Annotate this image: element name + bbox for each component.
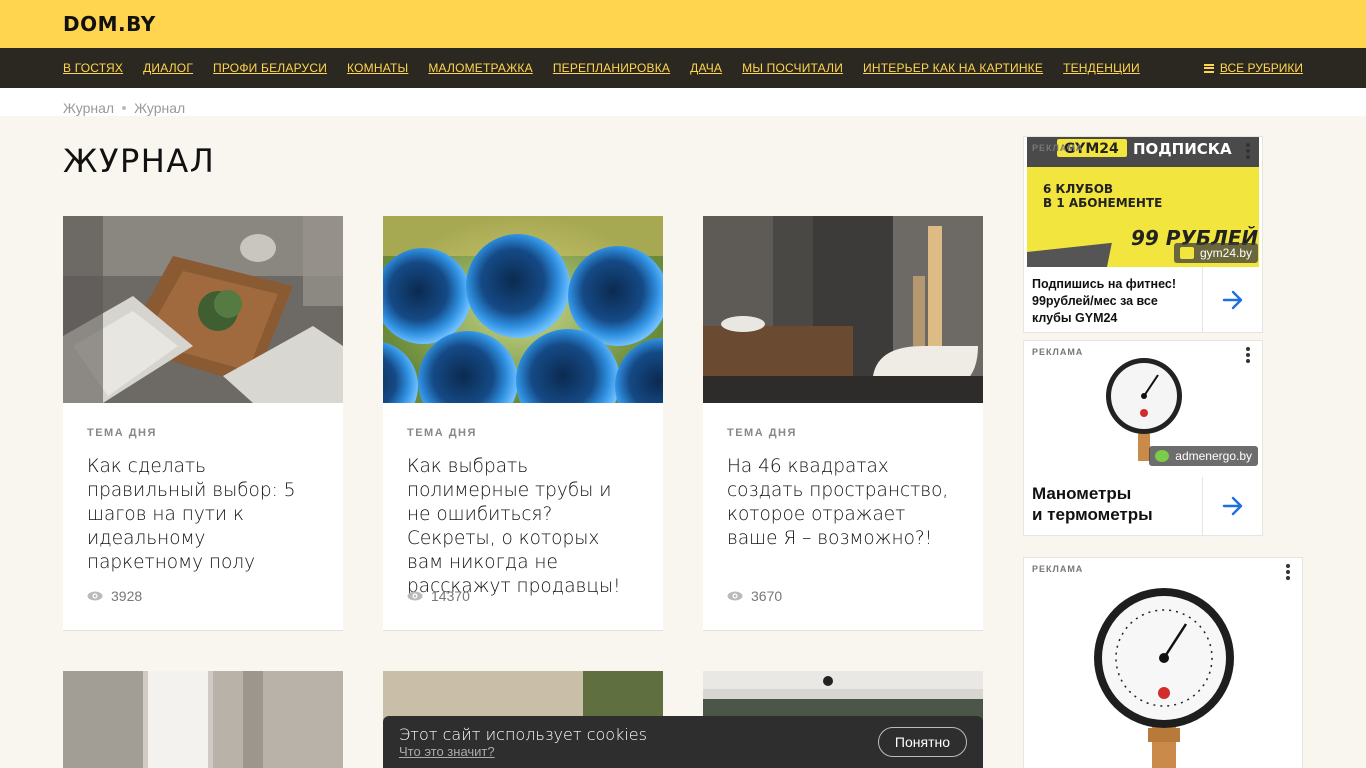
more-vertical-icon[interactable]: [1246, 347, 1250, 363]
article-tag: ТЕМА ДНЯ: [727, 427, 797, 439]
ad-block-gauge[interactable]: РЕКЛАМА: [1023, 557, 1303, 768]
cookie-banner: Этот сайт использует cookies Что это зна…: [383, 716, 983, 768]
breadcrumb-item-current: Журнал: [134, 100, 186, 116]
article-views: 14370: [407, 588, 470, 604]
nav-item-malometrazhka[interactable]: МАЛОМЕТРАЖКА: [428, 61, 532, 75]
nav-item-tendencii[interactable]: ТЕНДЕНЦИИ: [1063, 61, 1140, 75]
nav-item-my-poschitali[interactable]: МЫ ПОСЧИТАЛИ: [742, 61, 843, 75]
breadcrumb-separator: [122, 106, 127, 110]
ad-text-line1: Манометры: [1032, 484, 1132, 503]
views-count: 3928: [111, 588, 143, 604]
main-nav: В ГОСТЯХ ДИАЛОГ ПРОФИ БЕЛАРУСИ КОМНАТЫ М…: [0, 48, 1366, 88]
ad-block-admenergo[interactable]: РЕКЛАМА admenergo.by Манометры и термоме…: [1023, 340, 1263, 536]
ad-block-gym24[interactable]: GYM24 ПОДПИСКА 6 КЛУБОВ В 1 АБОНЕМЕНТЕ 9…: [1023, 136, 1263, 333]
article-card[interactable]: ТЕМА ДНЯ Как сделать правильный выбор: 5…: [63, 216, 343, 631]
nav-item-profi[interactable]: ПРОФИ БЕЛАРУСИ: [213, 61, 327, 75]
cookie-message: Этот сайт использует cookies: [399, 725, 647, 744]
article-title[interactable]: Как выбрать полимерные трубы и не ошибит…: [407, 455, 639, 599]
nav-item-pereplanirovka[interactable]: ПЕРЕПЛАНИРОВКА: [553, 61, 670, 75]
ad-label: РЕКЛАМА: [1032, 564, 1084, 574]
views-count: 14370: [431, 588, 470, 604]
article-card[interactable]: ТЕМА ДНЯ Как выбрать полимерные трубы и …: [383, 216, 663, 631]
article-tag: ТЕМА ДНЯ: [407, 427, 477, 439]
views-count: 3670: [751, 588, 783, 604]
nav-item-komnaty[interactable]: КОМНАТЫ: [347, 61, 408, 75]
ad-domain-badge[interactable]: gym24.by: [1173, 243, 1258, 263]
ad-banner-line2: В 1 АБОНЕМЕНТЕ: [1043, 196, 1162, 210]
article-card[interactable]: [63, 671, 343, 768]
nav-item-interer[interactable]: ИНТЕРЬЕР КАК НА КАРТИНКЕ: [863, 61, 1043, 75]
article-title[interactable]: Как сделать правильный выбор: 5 шагов на…: [87, 455, 319, 575]
cookie-accept-button[interactable]: Понятно: [877, 727, 967, 757]
menu-icon: [1203, 63, 1214, 73]
all-rubrics-button[interactable]: ВСЕ РУБРИКИ: [1203, 48, 1303, 88]
ad-text[interactable]: Манометры и термометры: [1032, 483, 1153, 525]
favicon-icon: [1179, 247, 1194, 259]
arrow-right-icon: [1222, 290, 1242, 310]
more-vertical-icon[interactable]: [1246, 143, 1250, 159]
article-views: 3928: [87, 588, 142, 604]
article-views: 3670: [727, 588, 782, 604]
ad-banner-image[interactable]: [1024, 558, 1304, 768]
ad-domain-text: admenergo.by: [1175, 449, 1252, 463]
site-logo[interactable]: DOM.BY: [63, 12, 156, 36]
ad-domain-text: gym24.by: [1199, 246, 1252, 260]
article-image[interactable]: [63, 216, 343, 403]
breadcrumb-strip: Журнал Журнал: [0, 88, 1366, 116]
eye-icon: [727, 591, 743, 601]
ad-arrow-button[interactable]: [1202, 267, 1262, 333]
page-title: ЖУРНАЛ: [63, 142, 216, 180]
site-header: DOM.BY: [0, 0, 1366, 48]
ad-text[interactable]: Подпишись на фитнес! 99рублей/мес за все…: [1032, 276, 1192, 327]
ad-text-line2: и термометры: [1032, 505, 1153, 524]
ad-banner-line1: 6 КЛУБОВ: [1043, 182, 1113, 196]
eye-icon: [407, 591, 423, 601]
article-image[interactable]: [383, 216, 663, 403]
nav-item-v-gostyah[interactable]: В ГОСТЯХ: [63, 61, 123, 75]
breadcrumb: Журнал Журнал: [63, 100, 185, 116]
ad-banner-headline: ПОДПИСКА: [1133, 140, 1232, 158]
eye-icon: [87, 591, 103, 601]
nav-item-dacha[interactable]: ДАЧА: [690, 61, 722, 75]
ad-label: РЕКЛАМА: [1032, 347, 1084, 357]
article-image[interactable]: [703, 216, 983, 403]
ad-arrow-button[interactable]: [1202, 477, 1262, 535]
nav-item-dialog[interactable]: ДИАЛОГ: [143, 61, 193, 75]
breadcrumb-item[interactable]: Журнал: [63, 100, 114, 116]
article-image[interactable]: [63, 671, 343, 768]
article-title[interactable]: На 46 квадратах создать пространство, ко…: [727, 455, 959, 551]
article-tag: ТЕМА ДНЯ: [87, 427, 157, 439]
ad-domain-badge[interactable]: admenergo.by: [1149, 446, 1258, 466]
article-card[interactable]: ТЕМА ДНЯ На 46 квадратах создать простра…: [703, 216, 983, 631]
cookie-info-link[interactable]: Что это значит?: [399, 744, 495, 759]
ad-label: РЕКЛАМА: [1032, 143, 1084, 153]
favicon-icon: [1155, 450, 1170, 462]
more-vertical-icon[interactable]: [1286, 564, 1290, 580]
all-rubrics-label: ВСЕ РУБРИКИ: [1219, 61, 1303, 75]
arrow-right-icon: [1222, 496, 1242, 516]
